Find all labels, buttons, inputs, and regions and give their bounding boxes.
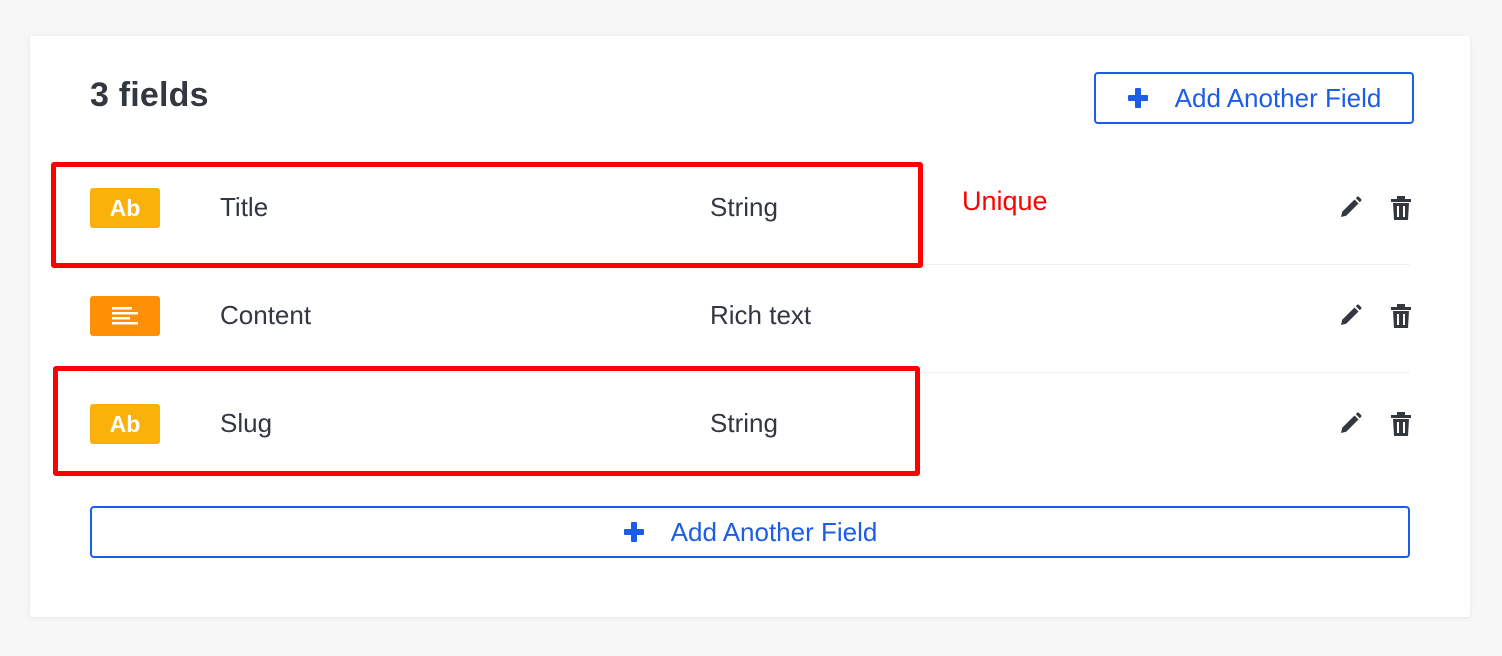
plus-icon (623, 522, 644, 542)
field-name: Slug (220, 408, 273, 438)
field-type: Rich text (710, 300, 812, 330)
field-type: String (710, 192, 778, 222)
trash-icon (1391, 196, 1411, 220)
delete-field-button[interactable] (1388, 195, 1414, 221)
trash-icon (1391, 412, 1411, 436)
add-another-field-label: Add Another Field (670, 516, 878, 547)
fields-count-title: 3 fields (90, 76, 209, 114)
field-row-title[interactable]: Ab Title String (90, 158, 1411, 265)
edit-field-button[interactable] (1337, 303, 1363, 329)
string-type-badge: Ab (90, 404, 160, 444)
delete-field-button[interactable] (1388, 411, 1414, 437)
field-type: String (710, 408, 778, 438)
edit-field-button[interactable] (1337, 195, 1363, 221)
delete-field-button[interactable] (1388, 303, 1414, 329)
string-type-badge: Ab (90, 188, 160, 228)
pencil-icon (1341, 196, 1362, 217)
add-another-field-label: Add Another Field (1174, 82, 1382, 113)
field-row-content[interactable]: Content Rich text (90, 266, 1411, 373)
pencil-icon (1341, 304, 1362, 325)
edit-field-button[interactable] (1337, 411, 1363, 437)
plus-icon (1127, 88, 1148, 108)
fields-card: 3 fields Add Another Field Ab Title Stri… (30, 36, 1470, 617)
unique-annotation: Unique (962, 186, 1048, 216)
trash-icon (1391, 304, 1411, 328)
align-left-icon (112, 307, 138, 325)
add-another-field-button-bottom[interactable]: Add Another Field (90, 506, 1410, 558)
field-row-slug[interactable]: Ab Slug String (90, 374, 1411, 480)
field-name: Title (220, 192, 269, 222)
rich-text-type-badge (90, 296, 160, 336)
pencil-icon (1341, 412, 1362, 433)
field-name: Content (220, 300, 312, 330)
add-another-field-button-top[interactable]: Add Another Field (1094, 72, 1414, 124)
